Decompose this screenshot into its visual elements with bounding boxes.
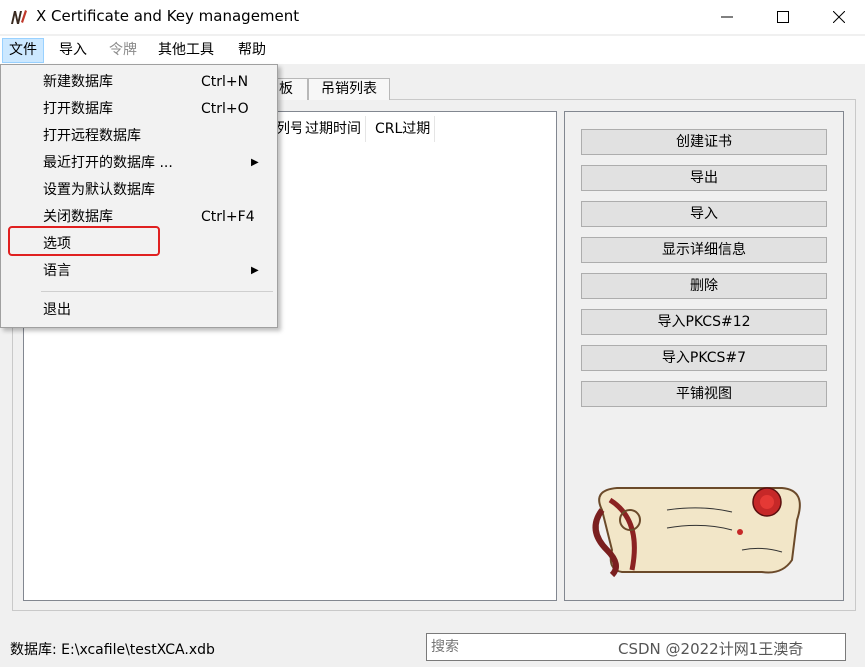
menu-import[interactable]: 导入	[53, 38, 93, 63]
menu-item-recent-databases[interactable]: 最近打开的数据库 ... ▶	[1, 150, 277, 176]
menu-token[interactable]: 令牌	[103, 38, 143, 63]
menu-item-new-database[interactable]: 新建数据库 Ctrl+N	[1, 69, 277, 95]
file-menu-dropdown: 新建数据库 Ctrl+N 打开数据库 Ctrl+O 打开远程数据库 最近打开的数…	[0, 64, 278, 328]
import-button[interactable]: 导入	[581, 201, 827, 227]
window-title: X Certificate and Key management	[36, 7, 300, 25]
menu-item-open-remote-database[interactable]: 打开远程数据库	[1, 123, 277, 149]
minimize-icon	[721, 16, 733, 18]
menu-bar: 文件 导入 令牌 其他工具 帮助	[0, 36, 865, 64]
certificate-scroll-icon	[592, 487, 801, 578]
menu-item-label: 打开远程数据库	[43, 128, 141, 144]
menu-help[interactable]: 帮助	[232, 38, 272, 63]
create-certificate-button[interactable]: 创建证书	[581, 129, 827, 155]
close-icon	[833, 11, 845, 23]
menu-item-label: 退出	[43, 302, 71, 318]
show-details-button[interactable]: 显示详细信息	[581, 237, 827, 263]
maximize-icon	[777, 11, 789, 23]
submenu-arrow-icon: ▶	[251, 157, 259, 168]
menu-item-shortcut: Ctrl+F4	[201, 209, 255, 225]
maximize-button[interactable]	[755, 0, 811, 34]
import-pkcs7-button[interactable]: 导入PKCS#7	[581, 345, 827, 371]
close-button[interactable]	[811, 0, 865, 34]
menu-item-language[interactable]: 语言 ▶	[1, 258, 277, 284]
minimize-button[interactable]	[699, 0, 755, 34]
tab-revocation-lists[interactable]: 吊销列表	[308, 78, 390, 100]
csdn-watermark: CSDN @2022计网1王澳奇	[618, 640, 804, 658]
export-button[interactable]: 导出	[581, 165, 827, 191]
column-header-crl-expiry[interactable]: CRL过期	[371, 116, 436, 142]
menu-item-exit[interactable]: 退出	[1, 297, 277, 323]
menu-item-set-default-database[interactable]: 设置为默认数据库	[1, 177, 277, 203]
menu-separator	[41, 291, 273, 292]
menu-other-tools[interactable]: 其他工具	[152, 38, 220, 63]
database-path-label: 数据库: E:\xcafile\testXCA.xdb	[10, 642, 215, 658]
xca-app-icon	[11, 10, 27, 24]
menu-item-shortcut: Ctrl+O	[201, 101, 249, 117]
import-pkcs12-button[interactable]: 导入PKCS#12	[581, 309, 827, 335]
menu-item-open-database[interactable]: 打开数据库 Ctrl+O	[1, 96, 277, 122]
menu-item-label: 最近打开的数据库 ...	[43, 155, 173, 171]
menu-item-label: 新建数据库	[43, 74, 113, 90]
submenu-arrow-icon: ▶	[251, 265, 259, 276]
flat-view-button[interactable]: 平铺视图	[581, 381, 827, 407]
menu-item-label: 打开数据库	[43, 101, 113, 117]
menu-item-label: 语言	[43, 263, 71, 279]
delete-button[interactable]: 删除	[581, 273, 827, 299]
title-bar: X Certificate and Key management	[0, 0, 865, 34]
menu-item-shortcut: Ctrl+N	[201, 74, 249, 90]
column-header-expiry[interactable]: 过期时间	[301, 116, 366, 142]
menu-file[interactable]: 文件	[2, 38, 44, 63]
menu-item-label: 设置为默认数据库	[43, 182, 155, 198]
options-highlight-annotation	[8, 226, 160, 256]
